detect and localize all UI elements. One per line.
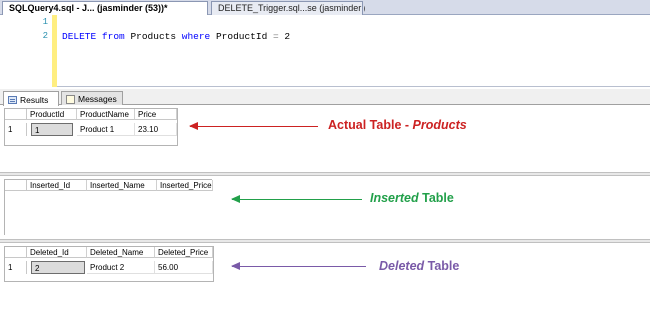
tab-results[interactable]: Results (3, 91, 59, 106)
doc-tab-sqlquery4[interactable]: SQLQuery4.sql - J... (jasminder (53))* (2, 1, 208, 15)
column-header[interactable]: ProductId (27, 109, 77, 120)
column-identifier: ProductId (215, 31, 268, 42)
result-grid-inserted: Inserted_Id Inserted_Name Inserted_Price… (0, 177, 650, 239)
keyword-delete: DELETE (62, 31, 97, 42)
messages-icon (66, 94, 75, 104)
grid-cell[interactable]: Product 1 (77, 123, 135, 136)
column-header[interactable]: Price (135, 109, 177, 120)
grid-cell-selected[interactable]: 2 (31, 261, 85, 274)
query-editor[interactable]: 1 2 DELETE from Products where ProductId… (0, 15, 650, 87)
annotation-inserted-table: Inserted Table (370, 191, 454, 205)
arrow-left-icon (189, 122, 318, 130)
grid-cell-selected[interactable]: 1 (31, 123, 73, 136)
equals-operator: = (272, 31, 279, 42)
result-grid-products: ProductId ProductName Price 1 1 Product … (0, 106, 650, 176)
grid-inserted[interactable]: Inserted_Id Inserted_Name Inserted_Price (4, 179, 213, 235)
annotation-deleted-table: Deleted Table (379, 259, 460, 273)
line-number: 1 (42, 17, 48, 27)
literal-value: 2 (284, 31, 291, 42)
grid-icon (8, 95, 17, 104)
column-header[interactable]: Deleted_Id (27, 247, 87, 258)
arrow-left-icon (231, 195, 362, 203)
line-number: 2 (42, 31, 48, 41)
grid-corner (5, 180, 27, 191)
grid-products[interactable]: ProductId ProductName Price 1 1 Product … (4, 108, 178, 146)
doc-tab-delete-trigger[interactable]: DELETE_Trigger.sql...se (jasminder (54)) (211, 1, 383, 15)
grid-corner (5, 109, 27, 120)
keyword-from: from (101, 31, 125, 42)
tab-messages[interactable]: Messages (61, 91, 123, 105)
grid-cell[interactable]: 23.10 (135, 123, 177, 136)
keyword-where: where (181, 31, 211, 42)
column-header[interactable]: ProductName (77, 109, 135, 120)
column-header[interactable]: Inserted_Price (157, 180, 213, 191)
arrow-left-icon (231, 262, 366, 270)
results-tab-strip: Results Messages (0, 89, 650, 106)
change-margin-bar (52, 15, 57, 87)
grid-corner (5, 247, 27, 258)
annotation-actual-table: Actual Table - Products (328, 118, 467, 132)
grid-cell[interactable]: Product 2 (87, 261, 155, 274)
row-number[interactable]: 1 (5, 123, 27, 136)
document-tab-strip: SQLQuery4.sql - J... (jasminder (53))* D… (0, 0, 650, 15)
tab-messages-label: Messages (78, 94, 117, 104)
grid-splitter[interactable] (0, 172, 650, 176)
line-number-gutter: 1 2 (0, 15, 52, 87)
grid-deleted[interactable]: Deleted_Id Deleted_Name Deleted_Price 1 … (4, 246, 214, 282)
grid-splitter[interactable] (0, 239, 650, 243)
tab-strip-background (365, 1, 650, 14)
row-number[interactable]: 1 (5, 261, 27, 274)
column-header[interactable]: Inserted_Name (87, 180, 157, 191)
column-header[interactable]: Deleted_Name (87, 247, 155, 258)
column-header[interactable]: Inserted_Id (27, 180, 87, 191)
sql-statement[interactable]: DELETE from Products where ProductId = 2 (62, 31, 290, 42)
tab-results-label: Results (20, 94, 49, 105)
table-identifier: Products (130, 31, 177, 42)
grid-cell[interactable]: 56.00 (155, 261, 213, 274)
column-header[interactable]: Deleted_Price (155, 247, 213, 258)
result-grid-deleted: Deleted_Id Deleted_Name Deleted_Price 1 … (0, 244, 650, 324)
